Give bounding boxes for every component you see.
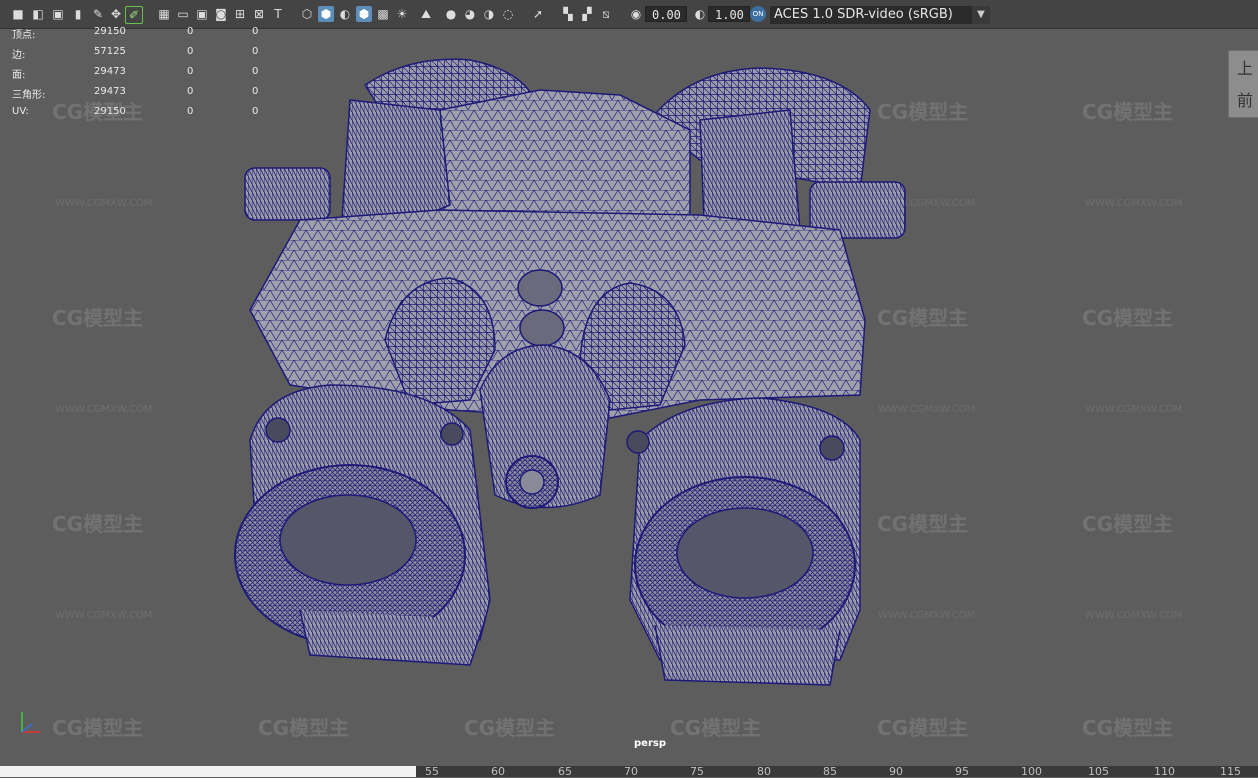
watermark-url: WWW.CGMXW.COM (1085, 198, 1183, 209)
night-vision-goggles-model[interactable] (234, 58, 906, 686)
axis-gizmo (21, 712, 40, 733)
watermark-logo: CG模型主 (877, 716, 969, 740)
timeline-tick: 95 (955, 765, 969, 778)
watermark-logo: CG模型主 (1082, 306, 1174, 330)
left-eyepiece-lens (279, 494, 417, 586)
timeline-tick: 85 (823, 765, 837, 778)
timeline-tick: 60 (491, 765, 505, 778)
watermark-logo: CG模型主 (877, 100, 969, 124)
watermark-logo: CG模型主 (1082, 716, 1174, 740)
timeline-tick: 100 (1021, 765, 1042, 778)
watermark-logo: CG模型主 (464, 716, 556, 740)
watermark-logo: CG模型主 (52, 306, 144, 330)
timeline-tick: 90 (889, 765, 903, 778)
watermark-logo: CG模型主 (877, 306, 969, 330)
hud-row-uvs: UV: 29150 0 0 (12, 106, 259, 117)
center-sensor-bottom (519, 309, 565, 347)
right-eyepiece-lens (676, 507, 814, 599)
watermark-logo: CG模型主 (670, 716, 762, 740)
watermark-url: WWW.CGMXW.COM (1085, 404, 1183, 415)
screw (819, 435, 845, 461)
hud-row-faces: 面: 29473 0 0 (12, 66, 259, 81)
camera-name-label: persp (634, 738, 666, 749)
center-sensor-top (517, 269, 563, 307)
view-cube-top-face[interactable]: 上 (1237, 55, 1253, 79)
left-knob (244, 167, 331, 221)
timeline-tick: 105 (1088, 765, 1109, 778)
screw (440, 422, 464, 446)
watermark-logo: CG模型主 (258, 716, 350, 740)
watermark-logo: CG模型主 (52, 716, 144, 740)
timeline-tick: 65 (558, 765, 572, 778)
hud-row-vertices: 顶点: 29150 0 0 (12, 26, 259, 41)
time-slider[interactable]: 55 60 65 70 75 80 85 90 95 100 105 110 1… (0, 765, 1258, 778)
hud-row-triangles: 三角形: 29473 0 0 (12, 86, 259, 101)
watermark-logo: CG模型主 (1082, 100, 1174, 124)
view-cube-front-face[interactable]: 前 (1237, 87, 1253, 111)
center-housing (439, 89, 691, 216)
watermark-logo: CG模型主 (877, 512, 969, 536)
watermark-url: WWW.CGMXW.COM (55, 198, 153, 209)
range-bar (0, 766, 416, 777)
watermark-url: WWW.CGMXW.COM (878, 610, 976, 621)
screw (265, 417, 291, 443)
watermark-logo: CG模型主 (1082, 512, 1174, 536)
timeline-tick: 70 (624, 765, 638, 778)
hud-row-edges: 边: 57125 0 0 (12, 46, 259, 61)
screw (626, 430, 650, 454)
timeline-tick: 55 (425, 765, 439, 778)
timeline-tick: 110 (1154, 765, 1175, 778)
watermark-logo: CG模型主 (52, 512, 144, 536)
timeline-tick: 80 (757, 765, 771, 778)
timeline-tick: 75 (690, 765, 704, 778)
watermark-url: WWW.CGMXW.COM (55, 610, 153, 621)
watermark-url: WWW.CGMXW.COM (1085, 610, 1183, 621)
watermark-url: WWW.CGMXW.COM (55, 404, 153, 415)
watermark-url: WWW.CGMXW.COM (878, 404, 976, 415)
watermark-url: WWW.CGMXW.COM (878, 198, 976, 209)
timeline-tick: 115 (1220, 765, 1241, 778)
view-cube[interactable]: 上 前 (1228, 50, 1258, 118)
